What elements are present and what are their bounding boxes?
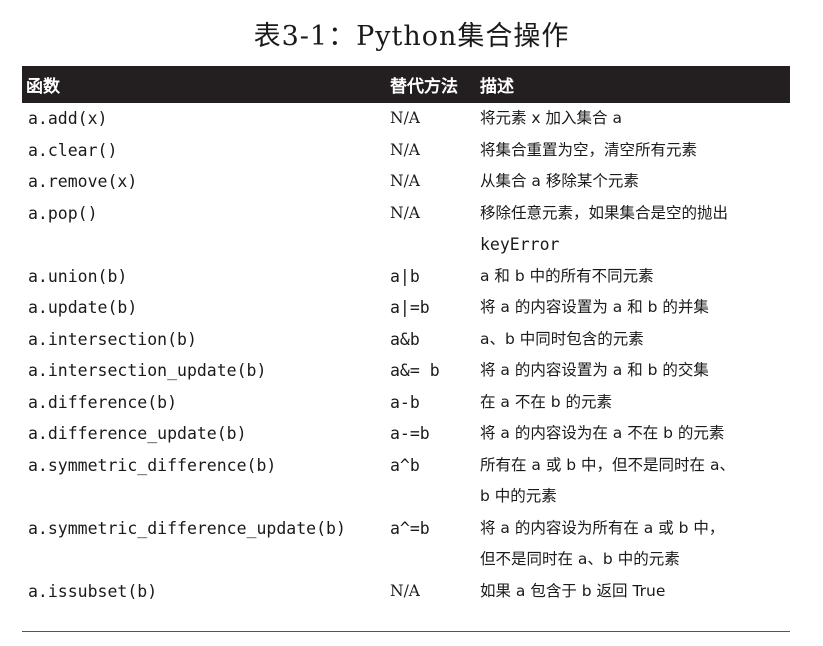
- alternative-cell: a&= b: [390, 361, 440, 380]
- function-cell: a.update(b): [28, 298, 138, 317]
- function-cell: a.intersection(b): [28, 329, 197, 349]
- table-row: a.update(b) a|=b 将 a 的内容设置为 a 和 b 的并集: [22, 292, 790, 324]
- header-description: 描述: [480, 77, 514, 97]
- alternative-cell: N/A: [390, 581, 420, 600]
- description-cell: 从集合 a 移除某个元素: [480, 166, 790, 198]
- alternative-cell: a|b: [390, 266, 420, 286]
- description-cell: 所有在 a 或 b 中，但不是同时在 a、 b 中的元素: [480, 450, 790, 513]
- table-row: a.clear() N/A 将集合重置为空，清空所有元素: [22, 135, 790, 167]
- description-line: 将元素 x 加入集合 a: [480, 109, 622, 127]
- header-alternative: 替代方法: [390, 77, 458, 97]
- description-line: 所有在 a 或 b 中，但不是同时在 a、: [480, 455, 735, 474]
- function-cell: a.clear(): [28, 140, 118, 160]
- description-cell: 将元素 x 加入集合 a: [480, 103, 790, 135]
- function-cell: a.difference_update(b): [28, 424, 247, 443]
- description-line: 在 a 不在 b 的元素: [480, 392, 613, 411]
- table-row: a.pop() N/A 移除任意元素，如果集合是空的抛出 keyError: [22, 198, 790, 261]
- description-line: 将 a 的内容设置为 a 和 b 的并集: [480, 298, 709, 316]
- function-cell: a.difference(b): [28, 392, 178, 412]
- description-line: b 中的元素: [480, 487, 557, 505]
- alternative-cell: a&b: [390, 329, 420, 349]
- description-line: 移除任意元素，如果集合是空的抛出: [480, 203, 729, 222]
- table-row: a.intersection(b) a&b a、b 中同时包含的元素: [22, 324, 790, 356]
- description-cell: 移除任意元素，如果集合是空的抛出 keyError: [480, 198, 790, 261]
- header-function: 函数: [26, 77, 60, 97]
- description-line: 将 a 的内容设为在 a 不在 b 的元素: [480, 424, 725, 442]
- function-cell: a.symmetric_difference_update(b): [28, 518, 346, 538]
- table-row: a.add(x) N/A 将元素 x 加入集合 a: [22, 103, 790, 135]
- table-header: 函数 替代方法 描述: [22, 66, 790, 103]
- alternative-cell: a^b: [390, 455, 420, 475]
- function-cell: a.remove(x): [28, 172, 138, 191]
- function-cell: a.intersection_update(b): [28, 361, 267, 380]
- table-row: a.intersection_update(b) a&= b 将 a 的内容设置为 …: [22, 355, 790, 387]
- function-cell: a.add(x): [28, 109, 108, 128]
- description-line: a、b 中同时包含的元素: [480, 329, 644, 348]
- table-title: 表3-1：Python集合操作: [253, 21, 570, 52]
- function-cell: a.issubset(b): [28, 581, 158, 601]
- table-row: a.difference_update(b) a-=b 将 a 的内容设为在 a 不…: [22, 418, 790, 450]
- description-cell: 在 a 不在 b 的元素: [480, 387, 790, 419]
- bottom-rule: [22, 631, 790, 632]
- function-cell: a.union(b): [28, 266, 128, 286]
- function-cell: a.symmetric_difference(b): [28, 455, 277, 475]
- alternative-cell: a-=b: [390, 424, 430, 443]
- alternative-cell: N/A: [390, 109, 420, 127]
- table-row: a.symmetric_difference(b) a^b 所有在 a 或 b 中，…: [22, 450, 790, 513]
- description-line: keyError: [480, 235, 560, 254]
- description-cell: a 和 b 中的所有不同元素: [480, 261, 790, 293]
- description-line: 将 a 的内容设为所有在 a 或 b 中，: [480, 518, 725, 537]
- table-body: a.add(x) N/A 将元素 x 加入集合 a a.clear() N/A 将集合重置…: [22, 103, 790, 607]
- description-cell: 将 a 的内容设为所有在 a 或 b 中， 但不是同时在 a、b 中的元素: [480, 513, 790, 576]
- description-line: 如果 a 包含于 b 返回 True: [480, 581, 666, 600]
- description-cell: 将集合重置为空，清空所有元素: [480, 135, 790, 167]
- description-cell: 如果 a 包含于 b 返回 True: [480, 576, 790, 608]
- description-line: a 和 b 中的所有不同元素: [480, 266, 654, 285]
- description-cell: a、b 中同时包含的元素: [480, 324, 790, 356]
- table-row: a.remove(x) N/A 从集合 a 移除某个元素: [22, 166, 790, 198]
- description-line: 从集合 a 移除某个元素: [480, 172, 639, 190]
- table-row: a.union(b) a|b a 和 b 中的所有不同元素: [22, 261, 790, 293]
- set-operations-table: 函数 替代方法 描述 a.add(x) N/A 将元素 x 加入集合 a a.clea…: [22, 66, 790, 607]
- description-line: 将 a 的内容设置为 a 和 b 的交集: [480, 361, 709, 379]
- alternative-cell: N/A: [390, 140, 420, 159]
- alternative-cell: N/A: [390, 172, 420, 190]
- table-row: a.difference(b) a-b 在 a 不在 b 的元素: [22, 387, 790, 419]
- description-cell: 将 a 的内容设置为 a 和 b 的并集: [480, 292, 790, 324]
- alternative-cell: a^=b: [390, 518, 430, 538]
- description-cell: 将 a 的内容设为在 a 不在 b 的元素: [480, 418, 790, 450]
- alternative-cell: a-b: [390, 392, 420, 412]
- alternative-cell: a|=b: [390, 298, 430, 317]
- description-line: 将集合重置为空，清空所有元素: [480, 140, 698, 159]
- table-row: a.symmetric_difference_update(b) a^=b 将 a …: [22, 513, 790, 576]
- function-cell: a.pop(): [28, 203, 98, 223]
- alternative-cell: N/A: [390, 203, 420, 222]
- description-line: 但不是同时在 a、b 中的元素: [480, 550, 680, 568]
- table-row: a.issubset(b) N/A 如果 a 包含于 b 返回 True: [22, 576, 790, 608]
- description-cell: 将 a 的内容设置为 a 和 b 的交集: [480, 355, 790, 387]
